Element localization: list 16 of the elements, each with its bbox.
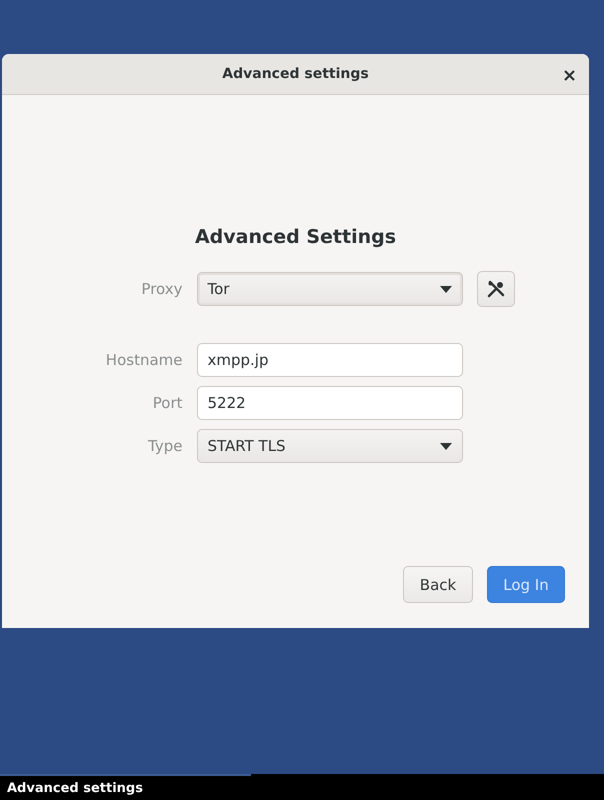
window-title: Advanced settings xyxy=(222,66,369,82)
field-label: Type xyxy=(148,437,182,455)
field-label: Proxy xyxy=(141,280,182,298)
input-field[interactable]: 5222 xyxy=(196,386,462,420)
caret-icon xyxy=(440,286,452,292)
field-label: Port xyxy=(152,394,182,412)
settings-button[interactable] xyxy=(476,271,514,307)
caret-icon xyxy=(440,442,452,450)
close-icon[interactable] xyxy=(564,70,575,81)
dropdown[interactable]: Tor xyxy=(196,272,462,306)
input-field[interactable]: xmpp.jp xyxy=(196,343,462,377)
tools-icon xyxy=(486,280,504,298)
back-button[interactable]: Back xyxy=(403,566,473,603)
dropdown[interactable]: START TLS xyxy=(196,429,462,463)
dialog-heading: Advanced Settings xyxy=(194,226,396,248)
field-label: Hostname xyxy=(106,351,182,369)
